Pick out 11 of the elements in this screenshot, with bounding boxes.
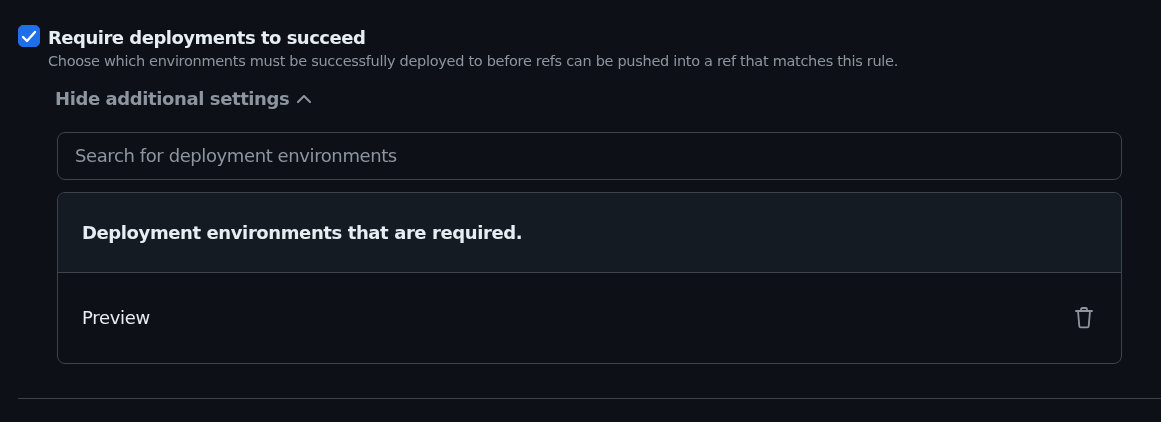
rule-description: Choose which environments must be successfully deployed to before refs can be pushed into a ref that matches this rule.: [48, 52, 898, 71]
panel-header: Deployment environments that are required.: [58, 192, 1121, 273]
chevron-icon: [297, 93, 312, 103]
hide-settings-toggle[interactable]: Hide additional settings: [55, 84, 312, 112]
trash-icon: [1075, 306, 1093, 329]
environment-name: Preview: [82, 306, 150, 331]
checkbox[interactable]: [18, 25, 40, 47]
rule-title: Require deployments to succeed: [48, 26, 367, 50]
check-icon: [21, 29, 37, 43]
delete-button[interactable]: [1075, 306, 1093, 329]
search-field[interactable]: Search for deployment environments: [57, 131, 1122, 180]
